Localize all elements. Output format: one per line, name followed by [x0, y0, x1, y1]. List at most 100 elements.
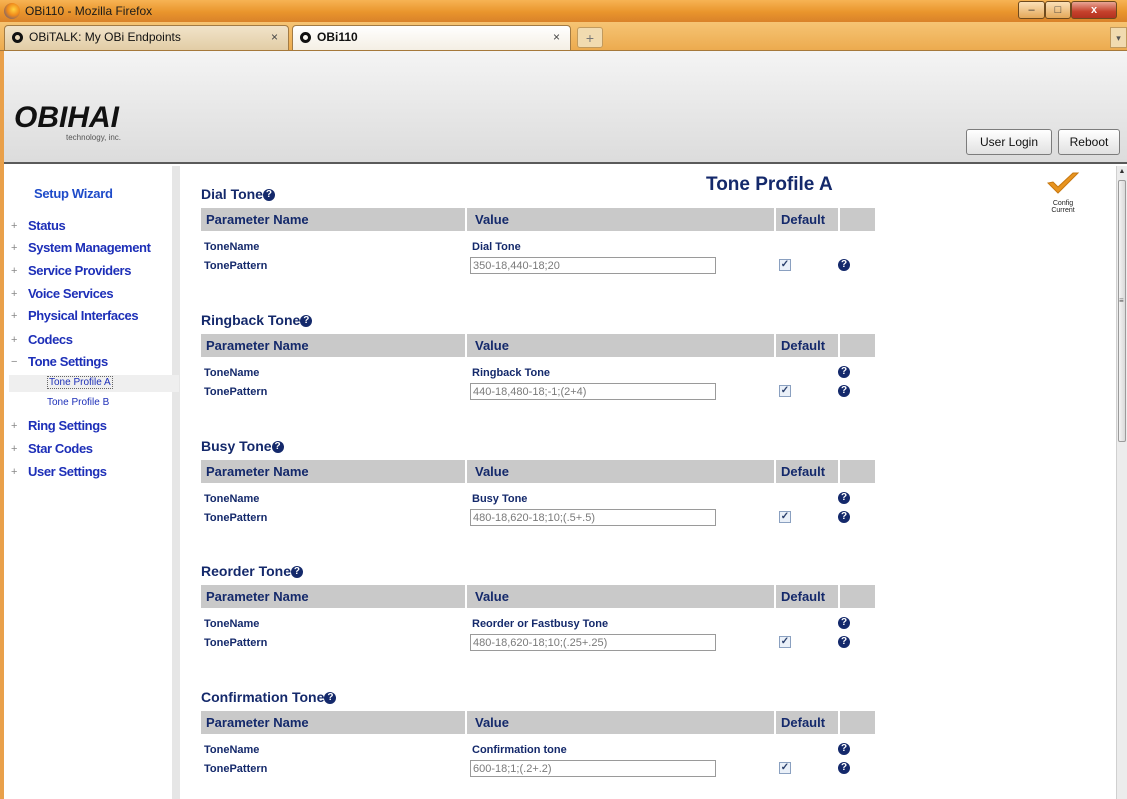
new-tab-button[interactable]: + [577, 27, 603, 48]
header-value: Value [475, 212, 509, 227]
section-title: Ringback Tone? [201, 312, 875, 332]
maximize-button[interactable]: □ [1045, 1, 1071, 19]
tone-pattern-input[interactable] [470, 509, 716, 526]
header-separator [838, 334, 840, 357]
help-icon[interactable]: ? [838, 511, 850, 523]
parameter-name: TonePattern [204, 260, 268, 272]
sidebar-item-voice-services[interactable]: + Voice Services [11, 286, 177, 308]
help-icon[interactable]: ? [838, 385, 850, 397]
sidebar-item-physical-interfaces[interactable]: + Physical Interfaces [11, 308, 177, 330]
default-checkbox[interactable]: ✓ [779, 762, 791, 774]
expand-icon: + [11, 466, 18, 478]
help-icon[interactable]: ? [838, 492, 850, 504]
tone-pattern-input[interactable] [470, 383, 716, 400]
sidebar-item-service-providers[interactable]: + Service Providers [11, 263, 177, 285]
sidebar-item-user-settings[interactable]: + User Settings [11, 464, 177, 486]
sidebar-subitem-tone-profile-b[interactable]: Tone Profile B [9, 395, 179, 412]
help-icon[interactable]: ? [838, 259, 850, 271]
collapse-icon: − [11, 356, 18, 368]
minimize-button[interactable]: – [1018, 1, 1045, 19]
header-separator [838, 208, 840, 231]
header-value: Value [475, 715, 509, 730]
section-title: Reorder Tone? [201, 563, 875, 583]
parameter-name: TonePattern [204, 512, 268, 524]
header-separator [774, 334, 776, 357]
table-header: Parameter Name Value Default [201, 460, 875, 483]
reboot-button[interactable]: Reboot [1058, 129, 1120, 155]
table-row: TonePattern ✓? [201, 382, 875, 401]
sidebar-item-star-codes[interactable]: + Star Codes [11, 441, 177, 463]
page-header: OBIHAI technology, inc. User Login Reboo… [4, 51, 1127, 164]
tone-section: Confirmation Tone? Parameter Name Value Def… [201, 689, 875, 778]
expand-icon: + [11, 443, 18, 455]
tone-section: Busy Tone? Parameter Name Value Default Tone… [201, 438, 875, 527]
expand-icon: + [11, 310, 18, 322]
main-content: Tone Profile A Config Current Dial Tone?… [188, 166, 1116, 799]
parameter-name: TonePattern [204, 637, 268, 649]
sidebar-item-tone-settings[interactable]: − Tone Settings [11, 354, 177, 376]
sidebar-subitem-tone-profile-a[interactable]: Tone Profile A [9, 375, 179, 392]
help-icon[interactable]: ? [262, 189, 275, 201]
close-window-button[interactable]: x [1071, 1, 1117, 19]
table-row: ToneName Dial Tone [201, 237, 875, 256]
vertical-scrollbar[interactable]: ▲ ≡ [1116, 166, 1127, 799]
scroll-up-icon[interactable]: ▲ [1117, 168, 1127, 175]
default-checkbox[interactable]: ✓ [779, 511, 791, 523]
help-icon[interactable]: ? [838, 617, 850, 629]
window-title: OBi110 - Mozilla Firefox [25, 4, 153, 18]
section-title: Dial Tone? [201, 186, 875, 206]
table-row: TonePattern ✓? [201, 633, 875, 652]
header-separator [774, 585, 776, 608]
tab-strip: OBiTALK: My OBi Endpoints × OBi110 × + ▾ [0, 22, 1127, 51]
help-icon[interactable]: ? [838, 762, 850, 774]
list-tabs-button[interactable]: ▾ [1110, 27, 1127, 48]
header-separator [465, 711, 467, 734]
help-icon[interactable]: ? [290, 566, 303, 578]
expand-icon: + [11, 288, 18, 300]
close-tab-icon[interactable]: × [271, 26, 278, 49]
tone-pattern-input[interactable] [470, 257, 716, 274]
help-icon[interactable]: ? [300, 315, 313, 327]
tone-pattern-input[interactable] [470, 760, 716, 777]
close-tab-icon[interactable]: × [553, 26, 560, 49]
table-row: TonePattern ✓? [201, 508, 875, 527]
table-row: ToneName Ringback Tone? [201, 363, 875, 382]
sidebar-item-status[interactable]: + Status [11, 218, 177, 240]
header-separator [465, 208, 467, 231]
table-row: TonePattern ✓? [201, 256, 875, 275]
sidebar-item-codecs[interactable]: + Codecs [11, 332, 177, 354]
header-separator [774, 208, 776, 231]
table-row: ToneName Reorder or Fastbusy Tone? [201, 614, 875, 633]
header-separator [838, 460, 840, 483]
help-icon[interactable]: ? [838, 743, 850, 755]
header-separator [465, 585, 467, 608]
parameter-name: TonePattern [204, 386, 268, 398]
section-title: Busy Tone? [201, 438, 875, 458]
checkmark-icon [1046, 172, 1080, 194]
scrollbar-thumb[interactable] [1118, 180, 1126, 442]
parameter-value: Busy Tone [472, 493, 528, 505]
help-icon[interactable]: ? [838, 366, 850, 378]
obihai-tab-icon [300, 32, 311, 43]
sidebar-item-ring-settings[interactable]: + Ring Settings [11, 418, 177, 440]
parameter-name: TonePattern [204, 763, 268, 775]
help-icon[interactable]: ? [838, 636, 850, 648]
tab-label: OBiTALK: My OBi Endpoints [29, 30, 181, 44]
default-checkbox[interactable]: ✓ [779, 636, 791, 648]
help-icon[interactable]: ? [271, 441, 284, 453]
header-separator [838, 585, 840, 608]
default-checkbox[interactable]: ✓ [779, 385, 791, 397]
section-title: Confirmation Tone? [201, 689, 875, 709]
tab-obi110[interactable]: OBi110 × [292, 25, 571, 50]
tone-pattern-input[interactable] [470, 634, 716, 651]
header-separator [465, 460, 467, 483]
tab-obitalk-endpoints[interactable]: OBiTALK: My OBi Endpoints × [4, 25, 289, 50]
sidebar-item-system-management[interactable]: + System Management [11, 240, 177, 262]
setup-wizard-link[interactable]: Setup Wizard [34, 186, 113, 201]
help-icon[interactable]: ? [324, 692, 337, 704]
tone-section: Ringback Tone? Parameter Name Value Default… [201, 312, 875, 401]
default-checkbox[interactable]: ✓ [779, 259, 791, 271]
header-parameter-name: Parameter Name [206, 212, 309, 227]
user-login-button[interactable]: User Login [966, 129, 1052, 155]
table-row: ToneName Confirmation tone? [201, 740, 875, 759]
